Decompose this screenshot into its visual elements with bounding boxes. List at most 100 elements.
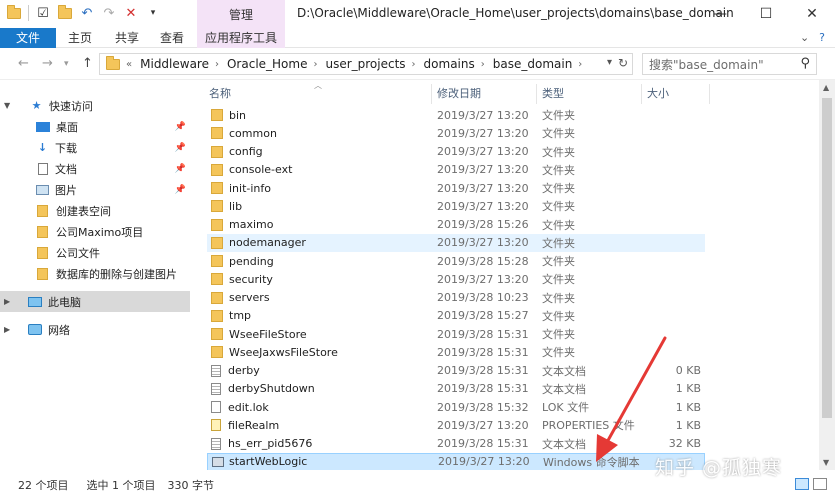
tab-file[interactable]: 文件	[0, 28, 56, 48]
table-row[interactable]: derbyShutdown 2019/3/28 15:31 文本文档 1 KB	[207, 380, 705, 398]
breadcrumb-separator-icon[interactable]: ›	[215, 59, 219, 70]
table-row[interactable]: edit.lok 2019/3/28 15:32 LOK 文件 1 KB	[207, 398, 705, 416]
column-divider[interactable]	[536, 84, 537, 104]
forward-icon[interactable]: →	[42, 56, 53, 71]
column-divider[interactable]	[641, 84, 642, 104]
breadcrumb-base-domain[interactable]: base_domain	[493, 57, 573, 71]
table-row[interactable]: maximo 2019/3/28 15:26 文件夹	[207, 216, 705, 234]
table-row[interactable]: nodemanager 2019/3/27 13:20 文件夹	[207, 233, 705, 252]
chevron-right-icon[interactable]: ▶	[4, 297, 10, 306]
breadcrumb-separator-icon[interactable]: ›	[412, 59, 416, 70]
nav-this-pc[interactable]: ▶ 此电脑	[0, 291, 190, 312]
folder-icon	[211, 273, 223, 286]
table-row[interactable]: startWebLogic 2019/3/27 13:20 Windows 命令脚本	[207, 452, 705, 471]
scroll-down-icon[interactable]: ▼	[823, 458, 829, 467]
table-row[interactable]: console-ext 2019/3/27 13:20 文件夹	[207, 161, 705, 179]
minimize-icon[interactable]: —	[697, 0, 743, 28]
table-row[interactable]: derby 2019/3/28 15:31 文本文档 0 KB	[207, 362, 705, 380]
back-icon[interactable]: ←	[18, 56, 29, 71]
undo-icon[interactable]: ↶	[79, 4, 95, 22]
column-header-name[interactable]: 名称	[209, 85, 231, 103]
redo-icon[interactable]: ↷	[101, 4, 117, 22]
search-icon[interactable]: ⚲	[800, 56, 810, 71]
table-row[interactable]: pending 2019/3/28 15:28 文件夹	[207, 252, 705, 270]
breadcrumb-user-projects[interactable]: user_projects	[325, 57, 405, 71]
tab-home[interactable]: 主页	[68, 28, 92, 48]
recent-locations-icon[interactable]: ▾	[64, 59, 69, 69]
title-bar: ☑ ↶ ↷ ✕ ▾ 管理 D:\Oracle\Middleware\Oracle…	[0, 0, 835, 28]
folder-icon	[37, 204, 48, 217]
scroll-up-icon[interactable]: ▲	[823, 83, 829, 92]
address-bar[interactable]: « Middleware › Oracle_Home › user_projects…	[99, 53, 633, 75]
breadcrumb-separator-icon[interactable]: ›	[313, 59, 317, 70]
vertical-scrollbar[interactable]: ▲ ▼	[819, 80, 835, 470]
breadcrumb-separator-icon[interactable]: ›	[578, 59, 582, 70]
table-row[interactable]: init-info 2019/3/27 13:20 文件夹	[207, 179, 705, 197]
nav-folder-create-tablespace[interactable]: 创建表空间	[0, 200, 190, 221]
column-header-date[interactable]: 修改日期	[437, 85, 481, 103]
delete-icon[interactable]: ✕	[123, 4, 139, 22]
column-divider[interactable]	[431, 84, 432, 104]
maximize-icon[interactable]: ☐	[743, 0, 789, 28]
folder-icon	[6, 4, 22, 22]
breadcrumb-oracle-home[interactable]: Oracle_Home	[227, 57, 307, 71]
file-date: 2019/3/27 13:20	[437, 199, 529, 213]
nav-folder-db-pictures[interactable]: 数据库的删除与创建图片	[0, 263, 190, 284]
file-type: 文件夹	[542, 200, 575, 214]
table-row[interactable]: fileRealm 2019/3/27 13:20 PROPERTIES 文件 1 K…	[207, 416, 705, 434]
table-row[interactable]: config 2019/3/27 13:20 文件夹	[207, 143, 705, 161]
nav-desktop[interactable]: 桌面 📌	[0, 116, 190, 137]
large-icons-view-icon[interactable]	[813, 478, 827, 490]
help-icon[interactable]: ?	[819, 31, 825, 44]
search-input[interactable]: 搜索"base_domain" ⚲	[642, 53, 817, 75]
chevron-right-icon[interactable]: ▶	[4, 325, 10, 334]
scrollbar-thumb[interactable]	[822, 98, 832, 418]
new-folder-icon[interactable]	[57, 4, 73, 22]
document-icon	[38, 162, 48, 175]
breadcrumb-middleware[interactable]: Middleware	[140, 57, 209, 71]
customize-icon[interactable]: ▾	[145, 4, 161, 22]
nav-folder-maximo-project[interactable]: 公司Maximo项目	[0, 221, 190, 242]
nav-pictures[interactable]: 图片 📌	[0, 179, 190, 200]
picture-icon	[36, 184, 49, 195]
table-row[interactable]: common 2019/3/27 13:20 文件夹	[207, 124, 705, 142]
details-view-icon[interactable]	[795, 478, 809, 490]
sort-ascending-icon: ︿	[314, 81, 322, 90]
column-header-size[interactable]: 大小	[647, 85, 669, 103]
table-row[interactable]: tmp 2019/3/28 15:27 文件夹	[207, 307, 705, 325]
file-date: 2019/3/28 15:31	[437, 327, 529, 341]
folder-icon	[211, 200, 223, 213]
nav-folder-company-files[interactable]: 公司文件	[0, 242, 190, 263]
table-row[interactable]: lib 2019/3/27 13:20 文件夹	[207, 197, 705, 215]
refresh-icon[interactable]: ↻	[618, 56, 628, 70]
chevron-down-icon[interactable]: ▼	[4, 101, 10, 110]
tab-share[interactable]: 共享	[115, 28, 139, 48]
close-icon[interactable]: ✕	[789, 0, 835, 28]
up-icon[interactable]: ↑	[82, 56, 93, 71]
tab-view[interactable]: 查看	[160, 28, 184, 48]
column-divider[interactable]	[709, 84, 710, 104]
nav-quick-access[interactable]: ▼ ★ 快速访问	[0, 95, 190, 116]
file-name-cell: maximo	[211, 218, 273, 231]
table-row[interactable]: WseeFileStore 2019/3/28 15:31 文件夹	[207, 325, 705, 343]
nav-network[interactable]: ▶ 网络	[0, 319, 190, 340]
folder-icon	[211, 236, 223, 249]
chevron-down-icon[interactable]: ⌄	[800, 31, 809, 44]
nav-documents[interactable]: 文档 📌	[0, 158, 190, 179]
breadcrumb-overflow-icon[interactable]: «	[126, 59, 132, 70]
table-row[interactable]: bin 2019/3/27 13:20 文件夹	[207, 106, 705, 124]
nav-downloads[interactable]: ↓ 下载 📌	[0, 137, 190, 158]
file-name-cell: config	[211, 145, 263, 158]
table-row[interactable]: security 2019/3/27 13:20 文件夹	[207, 270, 705, 288]
table-row[interactable]: servers 2019/3/28 10:23 文件夹	[207, 289, 705, 307]
tab-application-tools[interactable]: 应用程序工具	[197, 28, 285, 48]
table-row[interactable]: hs_err_pid5676 2019/3/28 15:31 文本文档 32 KB	[207, 435, 705, 453]
breadcrumb-domains[interactable]: domains	[424, 57, 475, 71]
file-type: 文本文档	[542, 382, 586, 396]
properties-icon[interactable]: ☑	[35, 4, 51, 22]
file-type: PROPERTIES 文件	[542, 419, 635, 433]
address-dropdown-icon[interactable]: ▾	[607, 57, 612, 68]
table-row[interactable]: WseeJaxwsFileStore 2019/3/28 15:31 文件夹	[207, 343, 705, 361]
column-header-type[interactable]: 类型	[542, 85, 564, 103]
breadcrumb-separator-icon[interactable]: ›	[481, 59, 485, 70]
